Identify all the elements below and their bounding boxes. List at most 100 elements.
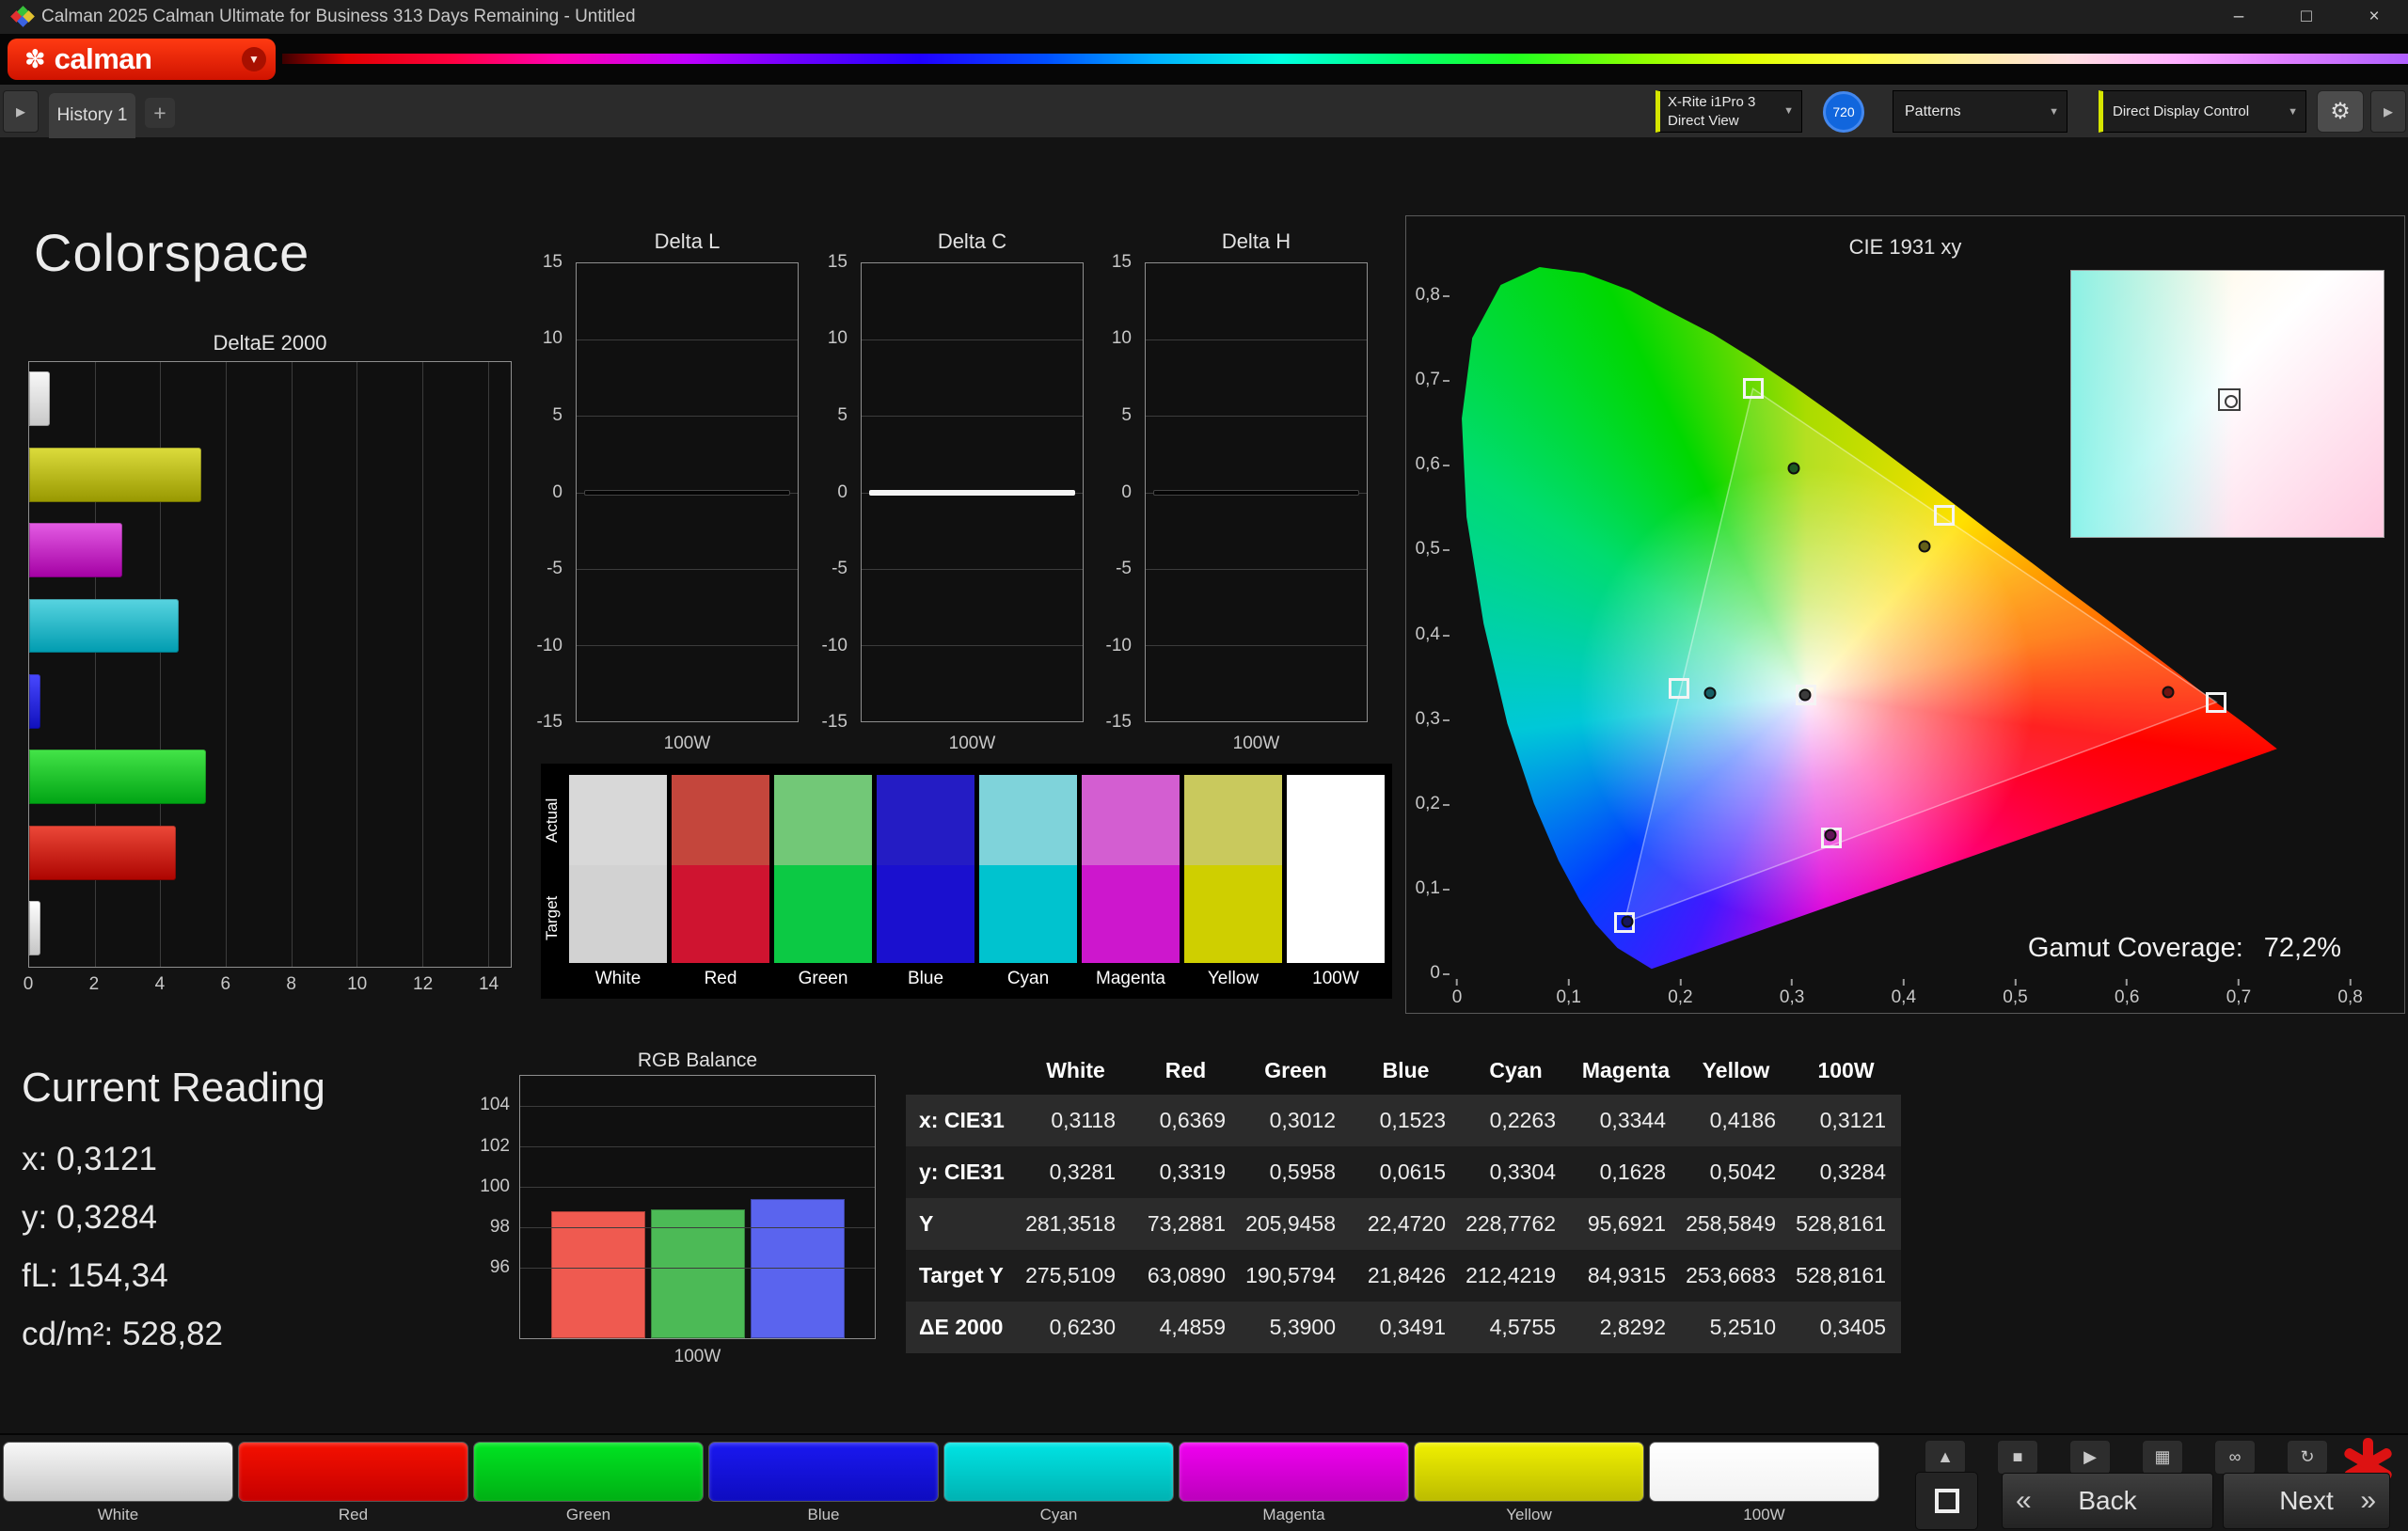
logo-menu-caret-icon[interactable]: ▼	[242, 47, 266, 71]
x-axis-label: 100W	[576, 734, 799, 754]
table-cell: 0,5958	[1241, 1146, 1351, 1198]
rgb-bars	[520, 1076, 875, 1338]
table-cell: 0,6230	[1021, 1302, 1131, 1353]
rgb-balance-title: RGB Balance	[519, 1050, 876, 1072]
refresh-button[interactable]: ↻	[2287, 1440, 2328, 1475]
meter-select[interactable]: X-Rite i1Pro 3 Direct View ▼	[1656, 90, 1802, 133]
table-cell: 528,8161	[1791, 1250, 1901, 1302]
y-tick-label: 10	[828, 328, 848, 349]
pattern-button-blue[interactable]: Blue	[708, 1442, 939, 1526]
gridline	[862, 645, 1083, 646]
reading-line: x: 0,3121	[22, 1130, 223, 1189]
window-title: Calman 2025 Calman Ultimate for Business…	[41, 7, 636, 27]
actual-swatch	[569, 775, 667, 865]
swatch-yellow: Yellow	[1184, 775, 1282, 993]
gridline	[862, 339, 1083, 340]
column-header: Green	[1241, 1046, 1351, 1095]
pattern-button-green[interactable]: Green	[473, 1442, 704, 1526]
pattern-button-label: Yellow	[1414, 1506, 1644, 1524]
swatch-label: Yellow	[1184, 963, 1282, 991]
actual-swatch	[877, 775, 974, 865]
play-button[interactable]: ▶	[2069, 1440, 2111, 1475]
meter-level-badge[interactable]: 720	[1823, 91, 1864, 133]
gamut-coverage-value: 72,2%	[2264, 933, 2341, 963]
table-cell: 0,3121	[1791, 1095, 1901, 1146]
y-tick-label: 0,2	[1416, 794, 1450, 814]
chart-title: Delta H	[1145, 229, 1368, 254]
deltae-bar-yellow	[29, 448, 201, 502]
bar-row	[29, 513, 511, 589]
pattern-button-magenta[interactable]: Magenta	[1179, 1442, 1409, 1526]
pattern-button-white[interactable]: White	[3, 1442, 233, 1526]
y-tick-label: 0	[1121, 482, 1132, 503]
logo-bar: ✽ calman ▼	[0, 34, 2408, 85]
minimize-button[interactable]: –	[2205, 0, 2273, 34]
y-tick-label: -15	[822, 712, 848, 733]
gridline	[1146, 645, 1367, 646]
bar-row	[29, 892, 511, 967]
pattern-button-label: Green	[473, 1506, 704, 1524]
table-cell: 4,4859	[1131, 1302, 1241, 1353]
chevron-down-icon: ▼	[2288, 106, 2298, 118]
pattern-button-yellow[interactable]: Yellow	[1414, 1442, 1644, 1526]
delta-l-chart: Delta L 151050-5-10-15 100W	[527, 226, 809, 762]
column-header: Yellow	[1681, 1046, 1791, 1095]
rgb-bar-blue	[751, 1199, 845, 1338]
table-cell: 275,5109	[1021, 1250, 1131, 1302]
x-tick-label: 14	[479, 974, 499, 995]
back-button[interactable]: « Back	[2002, 1473, 2213, 1529]
stop-button[interactable]: ■	[1997, 1440, 2038, 1475]
pattern-button-cyan[interactable]: Cyan	[943, 1442, 1174, 1526]
meter-mode: Direct View	[1668, 112, 1755, 131]
gridline	[577, 569, 798, 570]
close-button[interactable]: ×	[2340, 0, 2408, 34]
y-tick-label: 102	[480, 1136, 510, 1157]
rgb-x-axis-label: 100W	[519, 1347, 876, 1367]
pattern-button-100w[interactable]: 100W	[1649, 1442, 1879, 1526]
add-tab-button[interactable]: +	[145, 98, 175, 128]
tab-history-1[interactable]: History 1	[49, 93, 135, 138]
swatch-100w: 100W	[1287, 775, 1385, 993]
swatch-cyan: Cyan	[979, 775, 1077, 993]
reading-line: fL: 154,34	[22, 1247, 223, 1305]
eject-button[interactable]: ▲	[1925, 1440, 1966, 1475]
layout-nav-right-button[interactable]: ▸	[2370, 90, 2406, 133]
swatch-label: Red	[672, 963, 769, 991]
maximize-button[interactable]: □	[2273, 0, 2340, 34]
settings-gear-icon[interactable]: ⚙	[2317, 90, 2364, 133]
link-button[interactable]: ∞	[2214, 1440, 2256, 1475]
display-control-select[interactable]: Direct Display Control ▼	[2099, 90, 2306, 133]
pattern-button-red[interactable]: Red	[238, 1442, 468, 1526]
table-row: Y281,351873,2881205,945822,4720228,77629…	[906, 1198, 1901, 1250]
x-tick-label: 0,5	[2003, 979, 2027, 1008]
layout-nav-left-button[interactable]: ▸	[3, 90, 39, 133]
pattern-button-label: Red	[238, 1506, 468, 1524]
next-button[interactable]: Next »	[2223, 1473, 2390, 1529]
rgb-bar-red	[551, 1211, 645, 1338]
swatch-red: Red	[672, 775, 769, 993]
table-header: WhiteRedGreenBlueCyanMagentaYellow100W	[906, 1046, 1901, 1095]
table-cell: 0,3281	[1021, 1146, 1131, 1198]
calman-logo[interactable]: ✽ calman ▼	[8, 39, 276, 80]
pattern-color-swatch	[1414, 1442, 1644, 1502]
row-label: x: CIE31	[906, 1095, 1021, 1146]
patterns-select[interactable]: Patterns ▼	[1893, 90, 2067, 133]
x-tick-label: 2	[89, 974, 100, 995]
table-row: x: CIE310,31180,63690,30120,15230,22630,…	[906, 1095, 1901, 1146]
column-header: 100W	[1791, 1046, 1901, 1095]
measurement-line	[1153, 490, 1359, 496]
rainbow-spectrum-strip	[282, 54, 2408, 64]
gridline	[520, 1187, 875, 1188]
actual-swatch	[774, 775, 872, 865]
swatch-label: Cyan	[979, 963, 1077, 991]
save-button[interactable]: ▦	[2142, 1440, 2183, 1475]
target-swatch	[774, 865, 872, 963]
measurement-line	[584, 490, 790, 496]
deltae-plot	[28, 361, 512, 968]
back-button-label: Back	[2078, 1486, 2136, 1516]
column-header: Cyan	[1461, 1046, 1571, 1095]
target-swatch	[569, 865, 667, 963]
bar-row	[29, 815, 511, 891]
pattern-window-button[interactable]	[1915, 1472, 1978, 1530]
table-cell: 0,2263	[1461, 1095, 1571, 1146]
